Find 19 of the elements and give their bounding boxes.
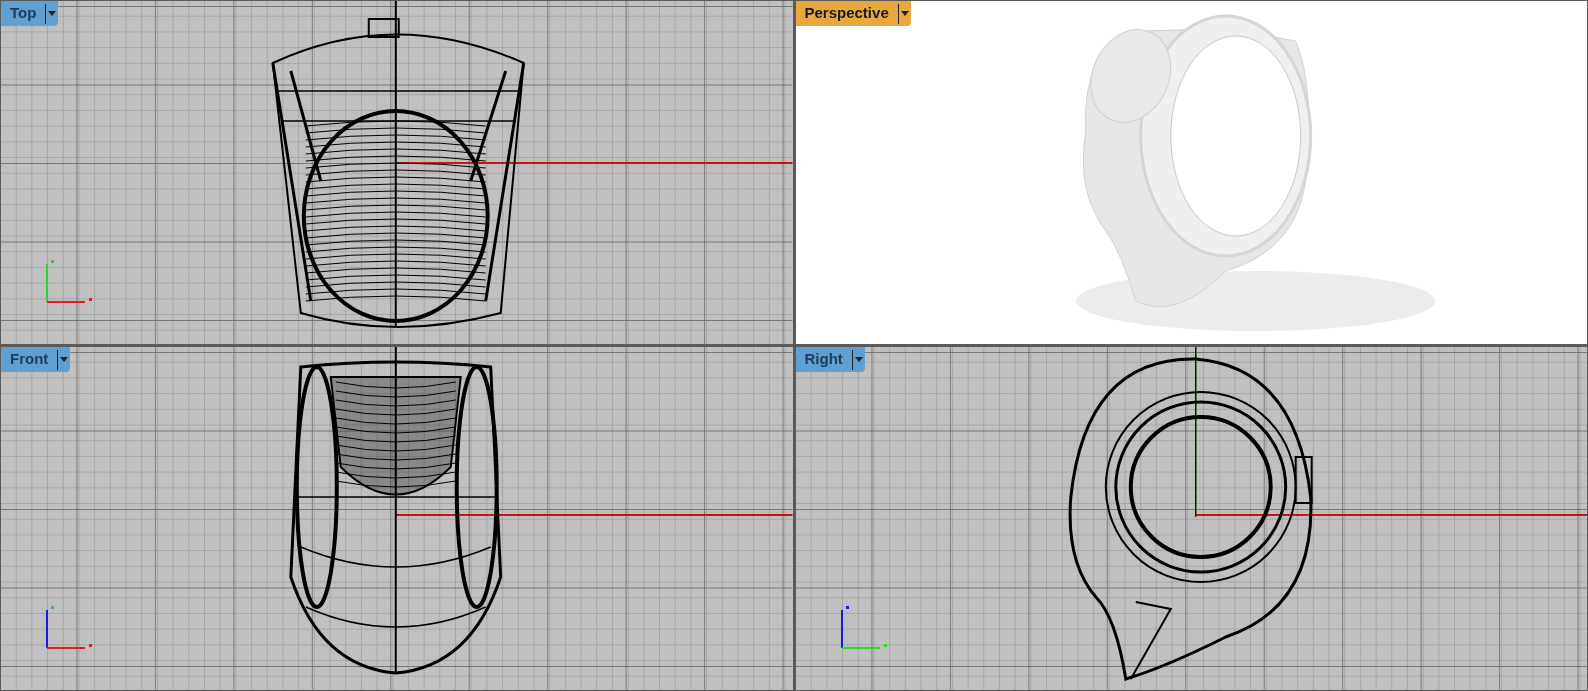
dropdown-caret-icon[interactable] (57, 349, 71, 370)
viewport-title: Top (9, 3, 38, 24)
axis-triad-icon (839, 606, 888, 650)
dropdown-caret-icon[interactable] (851, 349, 865, 370)
axis-triad-icon (45, 260, 93, 304)
viewport-title: Right (803, 349, 844, 370)
axis-triad-icon (45, 606, 93, 650)
wireframe-viewport[interactable]: Right (795, 347, 1587, 690)
viewport-title: Front (9, 349, 50, 370)
viewport-tab[interactable]: Perspective (795, 1, 911, 26)
viewport-tab[interactable]: Top (1, 1, 59, 26)
dropdown-caret-icon[interactable] (45, 3, 59, 24)
wireframe-viewport[interactable]: Front (1, 347, 793, 690)
wireframe-viewport[interactable]: Top (1, 1, 793, 344)
viewport-tab[interactable]: Front (1, 347, 71, 372)
viewport-title: Perspective (803, 3, 890, 24)
dropdown-caret-icon[interactable] (897, 3, 911, 24)
render-viewport[interactable]: Perspective (795, 1, 1587, 344)
viewport-tab[interactable]: Right (795, 347, 865, 372)
